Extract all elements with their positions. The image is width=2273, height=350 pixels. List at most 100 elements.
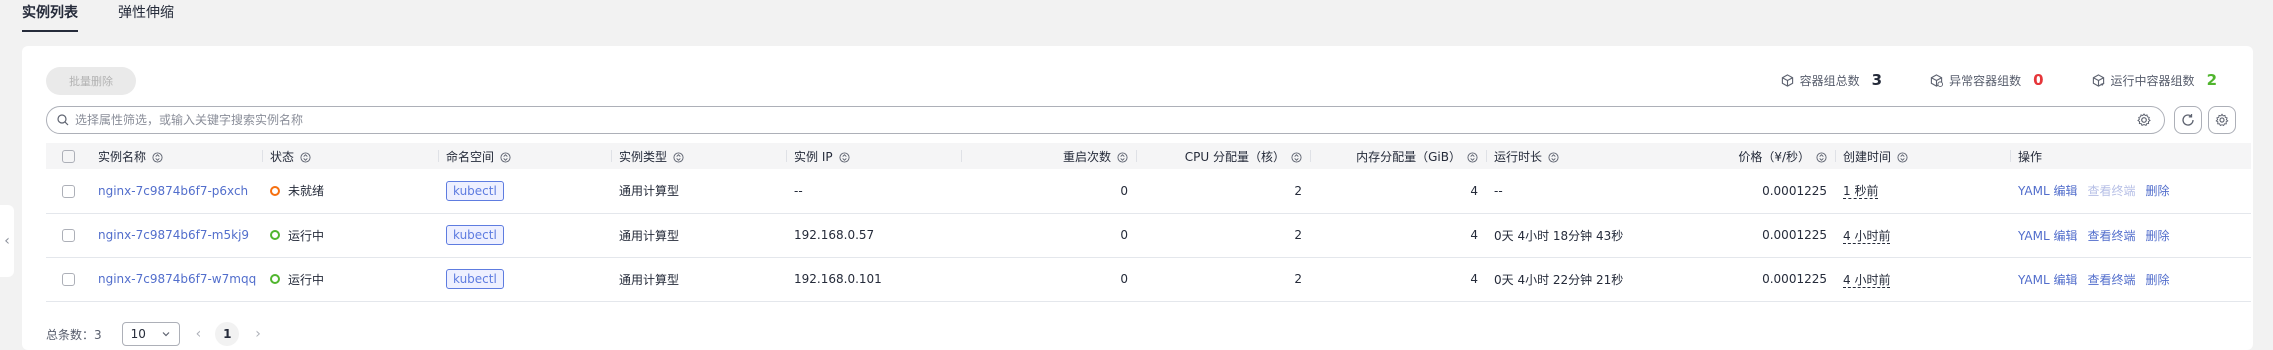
delete-link[interactable]: 删除 <box>2145 229 2169 243</box>
sort-icon <box>300 151 311 163</box>
col-uptime[interactable]: 运行时长 <box>1486 143 1660 169</box>
namespace-tag: kubectl <box>446 269 504 289</box>
sort-icon <box>673 151 684 163</box>
sort-icon <box>1816 151 1827 163</box>
created-time[interactable]: 4 小时前 <box>1843 272 1891 288</box>
restarts-cell: 0 <box>961 257 1136 302</box>
sort-icon <box>1291 151 1302 163</box>
price-cell: 0.0001225 <box>1660 257 1835 302</box>
settings-icon <box>2215 113 2229 127</box>
row-select-cell <box>46 257 90 302</box>
cpu-cell: 2 <box>1136 257 1310 302</box>
yaml-edit-link[interactable]: YAML 编辑 <box>2018 273 2077 287</box>
ops-cell: YAML 编辑 查看终端 删除 <box>2010 169 2251 214</box>
col-type[interactable]: 实例类型 <box>611 143 786 169</box>
sort-icon <box>1897 151 1908 163</box>
status-dot-icon <box>270 274 280 284</box>
search-input[interactable] <box>75 113 2136 127</box>
yaml-edit-link[interactable]: YAML 编辑 <box>2018 229 2077 243</box>
namespace-tag: kubectl <box>446 180 504 201</box>
tab-instance-list[interactable]: 实例列表 <box>22 0 78 32</box>
stat-value: 2 <box>2206 71 2217 89</box>
col-restarts[interactable]: 重启次数 <box>961 143 1136 169</box>
chevron-left-icon: ‹ <box>4 233 10 249</box>
table-row: nginx-7c9874b6f7-w7mqq 运行中 kubectl 通用计算型… <box>46 257 2251 302</box>
refresh-button[interactable] <box>2174 106 2202 134</box>
created-time[interactable]: 4 小时前 <box>1843 228 1891 244</box>
gear-icon[interactable] <box>2136 112 2152 128</box>
delete-link[interactable]: 删除 <box>2145 273 2169 287</box>
col-price[interactable]: 价格（¥/秒） <box>1660 143 1835 169</box>
page-button-current[interactable]: 1 <box>215 322 240 346</box>
sort-icon <box>500 151 511 163</box>
table-row: nginx-7c9874b6f7-p6xch 未就绪 kubectl 通用计算型… <box>46 169 2251 214</box>
col-created[interactable]: 创建时间 <box>1835 143 2010 169</box>
col-status[interactable]: 状态 <box>262 143 438 169</box>
created-time[interactable]: 1 秒前 <box>1843 184 1879 200</box>
select-all-checkbox[interactable] <box>62 150 75 163</box>
col-ip[interactable]: 实例 IP <box>786 143 961 169</box>
namespace-tag: kubectl <box>446 225 504 245</box>
row-checkbox[interactable] <box>62 273 75 286</box>
sidebar-collapse-toggle[interactable]: ‹ <box>0 205 14 277</box>
ip-cell: 192.168.0.101 <box>786 257 961 302</box>
table-row: nginx-7c9874b6f7-m5kj9 运行中 kubectl 通用计算型… <box>46 213 2251 258</box>
next-page-button[interactable]: › <box>255 326 261 342</box>
col-ops: 操作 <box>2010 143 2251 169</box>
instance-name-link[interactable]: nginx-7c9874b6f7-m5kj9 <box>90 213 262 258</box>
search-bar <box>46 106 2165 134</box>
prev-page-button[interactable]: ‹ <box>196 326 202 342</box>
status-cell: 运行中 <box>262 257 438 302</box>
view-terminal-link[interactable]: 查看终端 <box>2087 273 2135 287</box>
price-cell: 0.0001225 <box>1660 169 1835 214</box>
created-cell: 1 秒前 <box>1835 169 2010 214</box>
stat-value: 0 <box>2033 71 2044 89</box>
col-restarts-label: 重启次数 <box>1062 149 1111 164</box>
namespace-cell: kubectl <box>438 169 611 214</box>
chevron-down-icon <box>162 332 170 337</box>
memory-cell: 4 <box>1310 257 1486 302</box>
tab-autoscaling[interactable]: 弹性伸缩 <box>118 0 174 32</box>
instance-name-link[interactable]: nginx-7c9874b6f7-p6xch <box>90 169 262 214</box>
col-memory[interactable]: 内存分配量（GiB） <box>1310 143 1486 169</box>
row-checkbox[interactable] <box>62 184 75 198</box>
sort-icon <box>1467 151 1478 163</box>
type-cell: 通用计算型 <box>611 213 786 258</box>
stat-label: 容器组总数 <box>1799 73 1860 88</box>
pagination: 总条数：3 10 ‹ 1 › <box>46 322 261 346</box>
col-cpu-label: CPU 分配量（核） <box>1184 149 1285 164</box>
batch-delete-button[interactable]: 批量删除 <box>46 67 136 95</box>
col-memory-label: 内存分配量（GiB） <box>1356 149 1461 164</box>
col-uptime-label: 运行时长 <box>1494 149 1543 164</box>
memory-cell: 4 <box>1310 213 1486 258</box>
col-ip-label: 实例 IP <box>794 149 833 164</box>
status-text: 运行中 <box>288 228 325 243</box>
view-terminal-link[interactable]: 查看终端 <box>2087 229 2135 243</box>
ip-cell: 192.168.0.57 <box>786 213 961 258</box>
uptime-cell: 0天 4小时 22分钟 21秒 <box>1486 257 1660 302</box>
delete-link[interactable]: 删除 <box>2145 184 2169 198</box>
restarts-cell: 0 <box>961 213 1136 258</box>
settings-button[interactable] <box>2208 106 2236 134</box>
type-cell: 通用计算型 <box>611 257 786 302</box>
status-cell: 运行中 <box>262 213 438 258</box>
page-size-select[interactable]: 10 <box>121 322 180 346</box>
cpu-cell: 2 <box>1136 213 1310 258</box>
col-name[interactable]: 实例名称 <box>90 143 262 169</box>
stat-total-pods: 容器组总数 3 <box>1781 71 1882 89</box>
yaml-edit-link[interactable]: YAML 编辑 <box>2018 184 2077 198</box>
col-cpu[interactable]: CPU 分配量（核） <box>1136 143 1310 169</box>
created-cell: 4 小时前 <box>1835 257 2010 302</box>
stat-label: 异常容器组数 <box>1949 73 2022 88</box>
stat-running-pods: 运行中容器组数 2 <box>2092 71 2217 89</box>
status-text: 未就绪 <box>288 184 325 199</box>
page-size-value: 10 <box>130 327 146 341</box>
status-dot-icon <box>270 185 280 196</box>
instance-name-link[interactable]: nginx-7c9874b6f7-w7mqq <box>90 257 262 302</box>
col-created-label: 创建时间 <box>1843 149 1892 164</box>
price-cell: 0.0001225 <box>1660 213 1835 258</box>
row-checkbox[interactable] <box>62 229 75 242</box>
select-all-cell <box>46 143 90 169</box>
view-terminal-link[interactable]: 查看终端 <box>2087 184 2135 198</box>
col-namespace[interactable]: 命名空间 <box>438 143 611 169</box>
